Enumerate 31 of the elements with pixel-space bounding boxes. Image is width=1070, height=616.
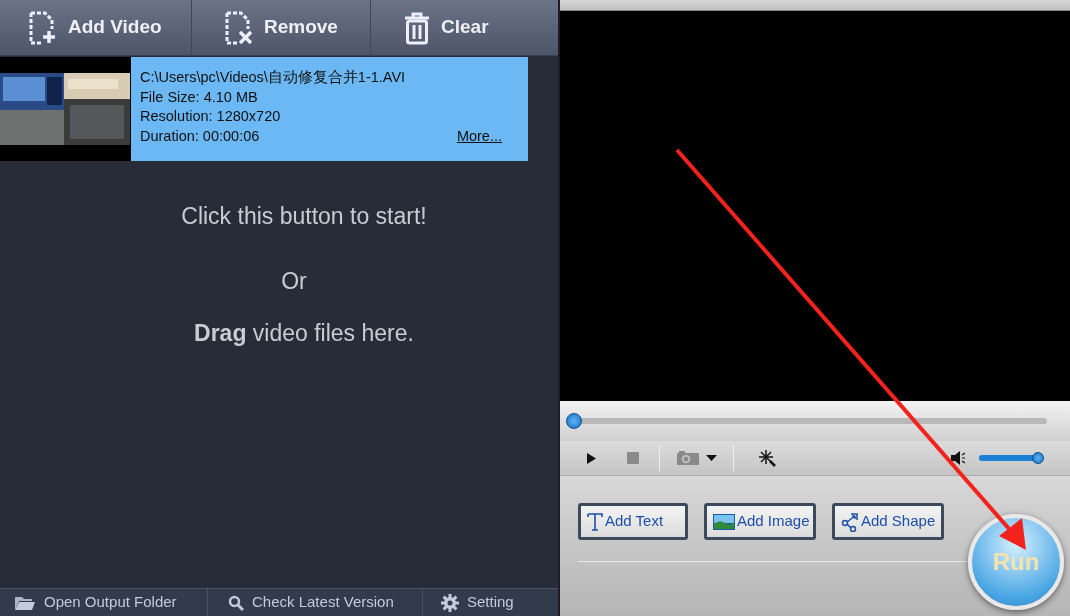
- resolution: Resolution: 1280x720: [140, 107, 282, 126]
- check-version-button[interactable]: Check Latest Version: [208, 589, 423, 616]
- picture-icon: [713, 513, 735, 530]
- volume-icon[interactable]: [950, 451, 966, 465]
- clear-button[interactable]: Clear: [371, 0, 558, 55]
- add-video-button[interactable]: Add Video: [0, 0, 192, 55]
- hint-text: Drag video files here.: [194, 319, 414, 348]
- file-size: File Size: 4.10 MB: [140, 87, 259, 107]
- trash-icon: [403, 10, 431, 45]
- document-add-icon: [28, 10, 58, 45]
- add-shape-button[interactable]: Add Shape: [832, 503, 944, 540]
- video-item[interactable]: C:\Users\pc\Videos\自动修复合并1-1.AVI File Size: 4.10 MB Resolution: 1280x720 Duration: 00:00:06 More...: [0, 57, 528, 161]
- open-folder-button[interactable]: Open Output Folder: [0, 589, 208, 616]
- remove-button[interactable]: Remove: [192, 0, 371, 55]
- play-icon[interactable]: [586, 451, 597, 465]
- text-icon: [587, 512, 603, 531]
- setting-button[interactable]: Setting: [423, 589, 558, 616]
- more-link[interactable]: More...: [456, 126, 502, 146]
- add-text-button[interactable]: Add Text: [578, 503, 688, 540]
- document-remove-icon: [224, 10, 254, 45]
- duration: Duration: 00:00:06: [140, 126, 260, 146]
- hint-text: Click this button to start!: [181, 202, 427, 231]
- add-image-button[interactable]: Add Image: [704, 503, 816, 540]
- settings-icon: [441, 593, 459, 612]
- caret-icon[interactable]: [706, 455, 717, 461]
- shape-icon: [841, 511, 859, 532]
- search-icon: [228, 594, 244, 611]
- magic-wand-icon[interactable]: [758, 449, 776, 467]
- folder-icon: [14, 594, 36, 611]
- hint-text: Or: [281, 266, 307, 296]
- file-path: C:\Users\pc\Videos\自动修复合并1-1.AVI: [140, 68, 407, 87]
